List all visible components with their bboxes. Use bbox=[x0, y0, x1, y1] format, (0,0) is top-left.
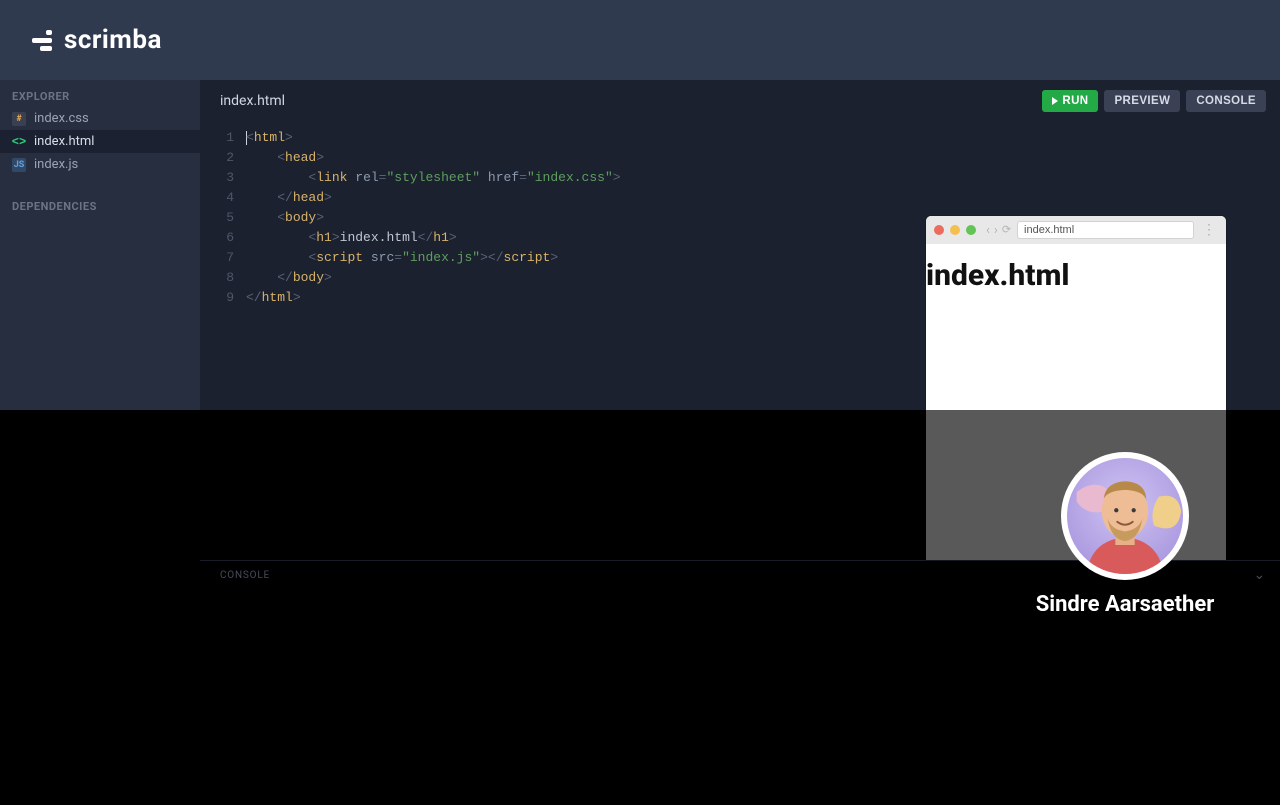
file-item-index-js[interactable]: JS index.js bbox=[0, 153, 200, 176]
instructor-avatar[interactable] bbox=[1067, 458, 1183, 574]
css-file-icon: # bbox=[12, 112, 26, 126]
preview-button[interactable]: PREVIEW bbox=[1104, 90, 1180, 112]
brand-name: scrimba bbox=[64, 25, 162, 55]
file-label: index.css bbox=[34, 111, 89, 126]
js-file-icon: JS bbox=[12, 158, 26, 172]
preview-url-input[interactable] bbox=[1017, 221, 1194, 239]
editor-actions: RUN PREVIEW CONSOLE bbox=[1042, 90, 1266, 112]
html-file-icon: <> bbox=[12, 135, 26, 149]
sidebar: EXPLORER # index.css <> index.html JS in… bbox=[0, 80, 200, 410]
kebab-menu-icon[interactable]: ⋮ bbox=[1200, 222, 1218, 238]
sidebar-section-explorer: EXPLORER bbox=[0, 80, 200, 107]
reload-icon[interactable]: ⟳ bbox=[1002, 223, 1011, 238]
editor-tabbar: index.html RUN PREVIEW CONSOLE bbox=[200, 80, 1280, 120]
sidebar-section-dependencies: DEPENDENCIES bbox=[0, 190, 200, 217]
traffic-light-zoom-icon[interactable] bbox=[966, 225, 976, 235]
instructor-badge: Sindre Aarsaether bbox=[1020, 452, 1230, 617]
file-label: index.js bbox=[34, 157, 78, 172]
brand-logo[interactable]: scrimba bbox=[32, 25, 162, 55]
preview-body: index.html bbox=[926, 244, 1226, 293]
avatar-ring bbox=[1061, 452, 1189, 580]
file-label: index.html bbox=[34, 134, 94, 149]
preview-nav-arrows: ‹ › ⟳ bbox=[986, 223, 1011, 238]
console-button[interactable]: CONSOLE bbox=[1186, 90, 1266, 112]
console-label: CONSOLE bbox=[220, 570, 270, 581]
back-icon[interactable]: ‹ bbox=[986, 223, 990, 238]
chevron-down-icon[interactable]: ⌄ bbox=[1253, 567, 1266, 583]
instructor-name: Sindre Aarsaether bbox=[1020, 592, 1230, 617]
line-gutter: 123456789 bbox=[200, 128, 246, 410]
app-header: scrimba bbox=[0, 0, 1280, 80]
code-content: <html> <head> <link rel="stylesheet" hre… bbox=[246, 128, 621, 410]
traffic-light-close-icon[interactable] bbox=[934, 225, 944, 235]
traffic-light-minimize-icon[interactable] bbox=[950, 225, 960, 235]
preview-chrome: ‹ › ⟳ ⋮ bbox=[926, 216, 1226, 244]
file-item-index-css[interactable]: # index.css bbox=[0, 107, 200, 130]
play-icon bbox=[1052, 97, 1058, 105]
open-file-tab[interactable]: index.html bbox=[220, 93, 285, 109]
preview-heading: index.html bbox=[926, 258, 1226, 293]
scrimba-logo-icon bbox=[32, 30, 52, 51]
forward-icon[interactable]: › bbox=[994, 223, 998, 238]
file-item-index-html[interactable]: <> index.html bbox=[0, 130, 200, 153]
run-button[interactable]: RUN bbox=[1042, 90, 1098, 112]
